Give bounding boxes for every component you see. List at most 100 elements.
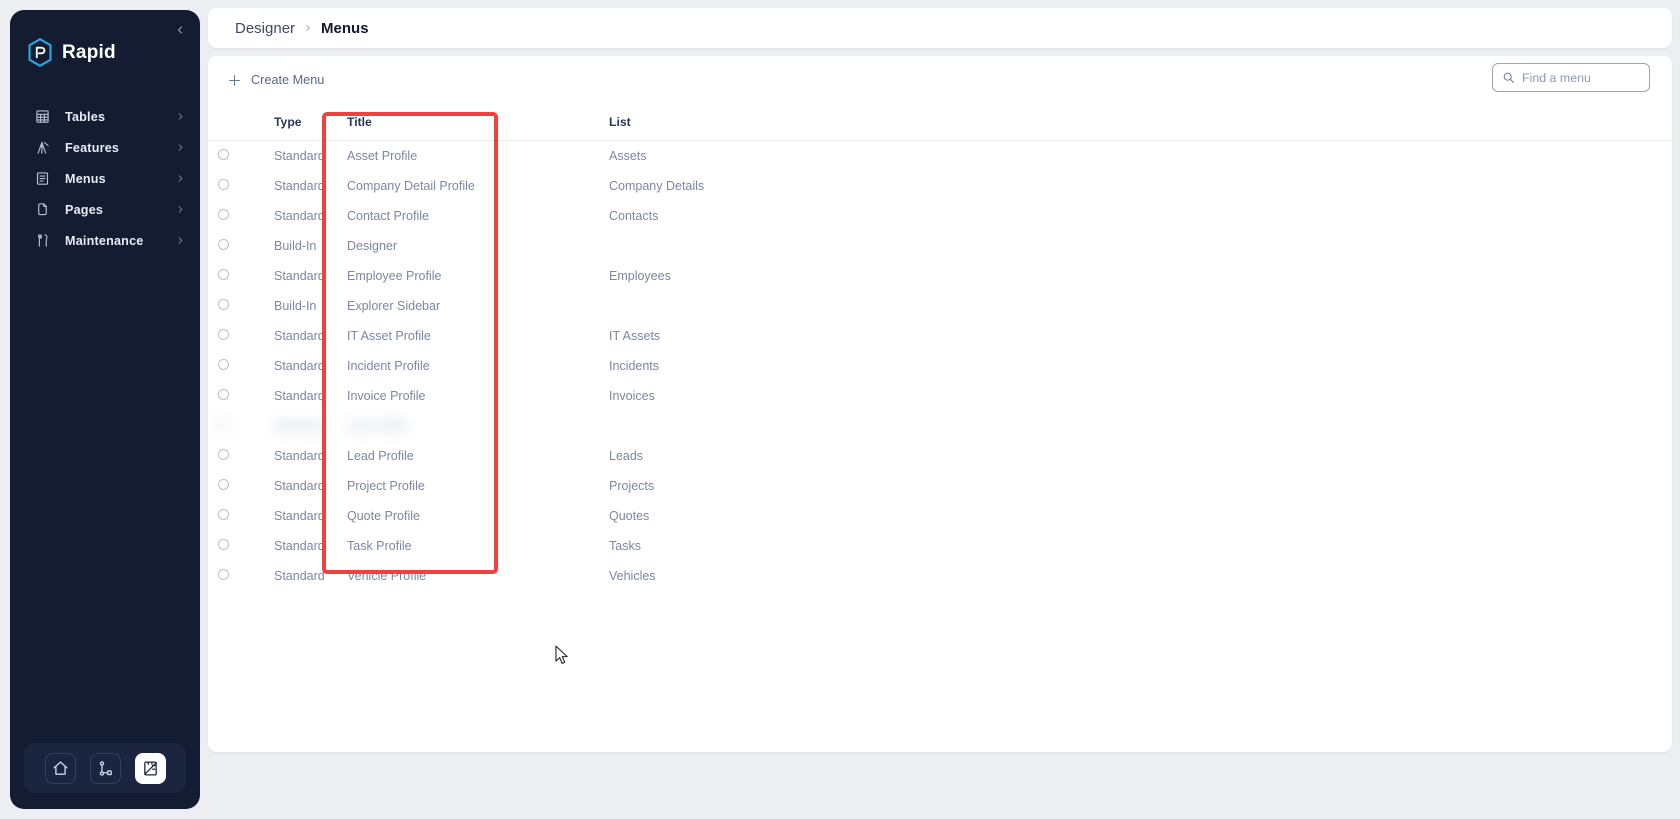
row-radio-button[interactable] xyxy=(218,149,229,160)
row-radio-button[interactable] xyxy=(218,209,229,220)
row-radio-button[interactable] xyxy=(218,329,229,340)
sidebar-item-tables[interactable]: Tables xyxy=(10,101,200,132)
plus-icon xyxy=(227,73,242,88)
row-select-cell[interactable] xyxy=(208,261,242,291)
cell-spacer xyxy=(876,261,1672,291)
row-select-cell[interactable] xyxy=(208,561,242,591)
cell-title[interactable]: Vehicle Profile xyxy=(324,561,586,591)
cell-spacer xyxy=(876,141,1672,172)
table-row[interactable]: Standard Project Profile Projects xyxy=(208,471,1672,501)
menus-table: Type Title List Standard Asset Profile Ass… xyxy=(208,104,1672,591)
cell-spacer xyxy=(876,171,1672,201)
table-grid-icon xyxy=(34,108,51,125)
cell-title[interactable]: Contact Profile xyxy=(324,201,586,231)
row-select-cell[interactable] xyxy=(208,531,242,561)
sidebar-item-features[interactable]: Features xyxy=(10,132,200,163)
column-header-title[interactable]: Title xyxy=(324,104,586,141)
row-select-cell[interactable] xyxy=(208,381,242,411)
sidebar-item-menus[interactable]: Menus xyxy=(10,163,200,194)
row-select-cell[interactable] xyxy=(208,141,242,172)
column-header-list[interactable]: List xyxy=(586,104,876,141)
table-row[interactable]: Standard Contact Profile Contacts xyxy=(208,201,1672,231)
sidebar-nav: Tables Features Menus Pages Maintenance xyxy=(10,101,200,256)
cell-list: Assets xyxy=(609,149,647,163)
home-icon[interactable] xyxy=(44,752,76,784)
cell-title[interactable]: Project Profile xyxy=(324,471,586,501)
row-select-cell[interactable] xyxy=(208,231,242,261)
cell-list: Employees xyxy=(609,269,671,283)
table-row[interactable]: Standard Invoice Profile Invoices xyxy=(208,381,1672,411)
row-select-cell[interactable] xyxy=(208,351,242,381)
table-header-row: Type Title List xyxy=(208,104,1672,141)
search-box[interactable] xyxy=(1492,63,1650,92)
cell-type: Standard xyxy=(274,389,325,403)
table-row[interactable]: Standard Company Detail Profile Company De… xyxy=(208,171,1672,201)
row-select-cell[interactable] xyxy=(208,471,242,501)
table-row[interactable]: Build-In Explorer Sidebar xyxy=(208,291,1672,321)
cell-title[interactable]: Quote Profile xyxy=(324,501,586,531)
row-select-cell[interactable] xyxy=(208,501,242,531)
cell-title[interactable]: Company Detail Profile xyxy=(324,171,586,201)
sidebar-item-maintenance[interactable]: Maintenance xyxy=(10,225,200,256)
table-row[interactable]: Standard Quote Profile Quotes xyxy=(208,501,1672,531)
cell-title[interactable]: Incident Profile xyxy=(324,351,586,381)
create-menu-button[interactable]: Create Menu xyxy=(224,73,324,88)
sidebar-item-pages[interactable]: Pages xyxy=(10,194,200,225)
table-row[interactable]: Standard Vehicle Profile Vehicles xyxy=(208,561,1672,591)
row-radio-button[interactable] xyxy=(218,419,229,430)
row-radio-button[interactable] xyxy=(218,569,229,580)
row-select-cell[interactable] xyxy=(208,321,242,351)
table-row[interactable]: Standard Lab Profile xyxy=(208,411,1672,441)
row-radio-button[interactable] xyxy=(218,299,229,310)
row-radio-button[interactable] xyxy=(218,539,229,550)
table-row[interactable]: Standard Task Profile Tasks xyxy=(208,531,1672,561)
workflow-icon[interactable] xyxy=(89,752,121,784)
row-select-cell[interactable] xyxy=(208,441,242,471)
table-row[interactable]: Standard Employee Profile Employees xyxy=(208,261,1672,291)
cell-title[interactable]: Lead Profile xyxy=(324,441,586,471)
table-row[interactable]: Standard IT Asset Profile IT Assets xyxy=(208,321,1672,351)
row-radio-button[interactable] xyxy=(218,269,229,280)
search-input[interactable] xyxy=(1522,70,1640,85)
row-radio-button[interactable] xyxy=(218,239,229,250)
designer-icon[interactable] xyxy=(134,752,166,784)
cell-list: Tasks xyxy=(609,539,641,553)
cell-list: Incidents xyxy=(609,359,660,373)
cell-title[interactable]: Employee Profile xyxy=(324,261,586,291)
row-radio-button[interactable] xyxy=(218,179,229,190)
cell-title[interactable]: Designer xyxy=(324,231,586,261)
table-row[interactable]: Build-In Designer xyxy=(208,231,1672,261)
column-header-type[interactable]: Type xyxy=(242,104,324,141)
cell-title[interactable]: Task Profile xyxy=(324,531,586,561)
row-radio-button[interactable] xyxy=(218,449,229,460)
hexagon-r-logo-icon xyxy=(28,38,52,67)
table-row[interactable]: Standard Lead Profile Leads xyxy=(208,441,1672,471)
sidebar-collapse-icon[interactable] xyxy=(170,20,190,40)
cell-spacer xyxy=(876,471,1672,501)
cell-title[interactable]: Lab Profile xyxy=(324,411,586,441)
table-row[interactable]: Standard Incident Profile Incidents xyxy=(208,351,1672,381)
row-radio-button[interactable] xyxy=(218,359,229,370)
cell-list: Company Details xyxy=(609,179,705,193)
breadcrumb-parent[interactable]: Designer xyxy=(235,20,295,37)
cell-title[interactable]: IT Asset Profile xyxy=(324,321,586,351)
cell-type: Standard xyxy=(274,569,325,583)
row-radio-button[interactable] xyxy=(218,479,229,490)
sidebar-item-label: Maintenance xyxy=(65,233,144,248)
cell-type: Standard xyxy=(274,419,325,433)
row-select-cell[interactable] xyxy=(208,201,242,231)
row-select-cell[interactable] xyxy=(208,291,242,321)
table-header: Type Title List xyxy=(208,104,1672,141)
row-select-cell[interactable] xyxy=(208,411,242,441)
crane-icon xyxy=(34,139,51,156)
cell-title[interactable]: Explorer Sidebar xyxy=(324,291,586,321)
cell-title[interactable]: Asset Profile xyxy=(324,141,586,172)
row-radio-button[interactable] xyxy=(218,509,229,520)
table-body: Standard Asset Profile Assets Standard Compa… xyxy=(208,141,1672,592)
table-row[interactable]: Standard Asset Profile Assets xyxy=(208,141,1672,172)
row-radio-button[interactable] xyxy=(218,389,229,400)
cell-title[interactable]: Invoice Profile xyxy=(324,381,586,411)
column-header-spacer xyxy=(876,104,1672,141)
cell-list xyxy=(586,291,876,321)
row-select-cell[interactable] xyxy=(208,171,242,201)
